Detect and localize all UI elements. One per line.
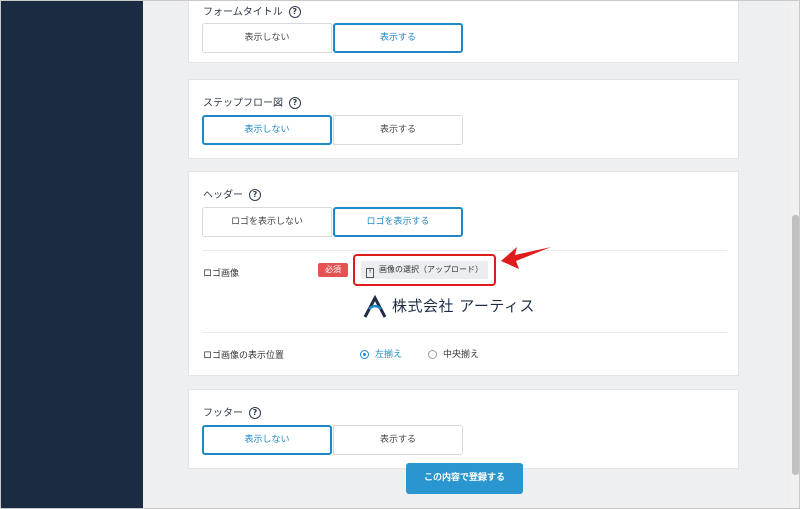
logo-preview: 株式会社 アーティス xyxy=(360,289,535,325)
logo-image-label: ロゴ画像 xyxy=(203,269,240,279)
scrollbar[interactable] xyxy=(791,1,799,508)
footer-heading: フッター? xyxy=(203,404,261,419)
header-heading: ヘッダー? xyxy=(203,186,261,201)
form-title-heading: フォームタイトル? xyxy=(203,3,301,18)
help-icon[interactable]: ? xyxy=(289,97,301,109)
align-left-label: 左揃え xyxy=(375,350,403,360)
form-title-label: フォームタイトル xyxy=(203,7,283,18)
footer-card: フッター? 表示しない 表示する xyxy=(188,389,739,469)
radio-dot xyxy=(428,350,437,359)
upload-image-button[interactable]: ↑ 画像の選択（アップロード） xyxy=(361,261,488,279)
footer-toggle: 表示しない 表示する xyxy=(202,425,463,455)
upload-image-button-label: 画像の選択（アップロード） xyxy=(379,265,483,274)
align-center-radio[interactable]: 中央揃え xyxy=(428,347,479,360)
step-flow-heading: ステップフロー図? xyxy=(203,94,301,109)
show-logo-button[interactable]: ロゴを表示する xyxy=(333,207,463,237)
sidebar xyxy=(1,1,143,508)
hide-logo-button[interactable]: ロゴを表示しない xyxy=(202,207,332,237)
align-left-radio[interactable]: 左揃え xyxy=(360,347,402,360)
red-arrow-annotation xyxy=(501,247,551,269)
logo-position-label: ロゴ画像の表示位置 xyxy=(203,351,285,361)
align-center-label: 中央揃え xyxy=(443,350,480,360)
header-label: ヘッダー xyxy=(203,190,243,201)
help-icon[interactable]: ? xyxy=(249,407,261,419)
radio-dot xyxy=(360,350,369,359)
required-badge: 必須 xyxy=(318,263,348,277)
step-flow-card: ステップフロー図? 表示しない 表示する xyxy=(188,79,739,159)
help-icon[interactable]: ? xyxy=(249,189,261,201)
form-title-toggle: 表示しない 表示する xyxy=(202,23,463,53)
step-flow-label: ステップフロー図 xyxy=(203,98,283,109)
footer-hide-button[interactable]: 表示しない xyxy=(202,425,332,455)
footer-show-button[interactable]: 表示する xyxy=(333,425,463,455)
form-title-card: フォームタイトル? 表示しない 表示する xyxy=(188,1,739,63)
step-flow-hide-button[interactable]: 表示しない xyxy=(202,115,332,145)
step-flow-toggle: 表示しない 表示する xyxy=(202,115,463,145)
header-card: ヘッダー? ロゴを表示しない ロゴを表示する ロゴ画像 必須 ↑ 画像の選択（アッ… xyxy=(188,171,739,376)
help-icon[interactable]: ? xyxy=(288,6,301,18)
scrollbar-thumb[interactable] xyxy=(792,215,799,475)
company-logo-text: 株式会社 アーティス xyxy=(392,297,535,315)
company-logo-icon xyxy=(363,294,387,318)
form-title-hide-button[interactable]: 表示しない xyxy=(202,23,332,53)
upload-highlight-box: ↑ 画像の選択（アップロード） xyxy=(353,254,496,286)
divider xyxy=(202,250,727,251)
footer-label: フッター xyxy=(203,408,243,419)
header-logo-toggle: ロゴを表示しない ロゴを表示する xyxy=(202,207,463,237)
form-title-show-button[interactable]: 表示する xyxy=(333,23,463,53)
file-upload-icon: ↑ xyxy=(366,268,374,278)
step-flow-show-button[interactable]: 表示する xyxy=(333,115,463,145)
submit-button[interactable]: この内容で登録する xyxy=(406,463,523,494)
divider xyxy=(202,332,727,333)
app-frame: フォームタイトル? 表示しない 表示する ステップフロー図? 表示しない 表示す… xyxy=(0,0,800,509)
